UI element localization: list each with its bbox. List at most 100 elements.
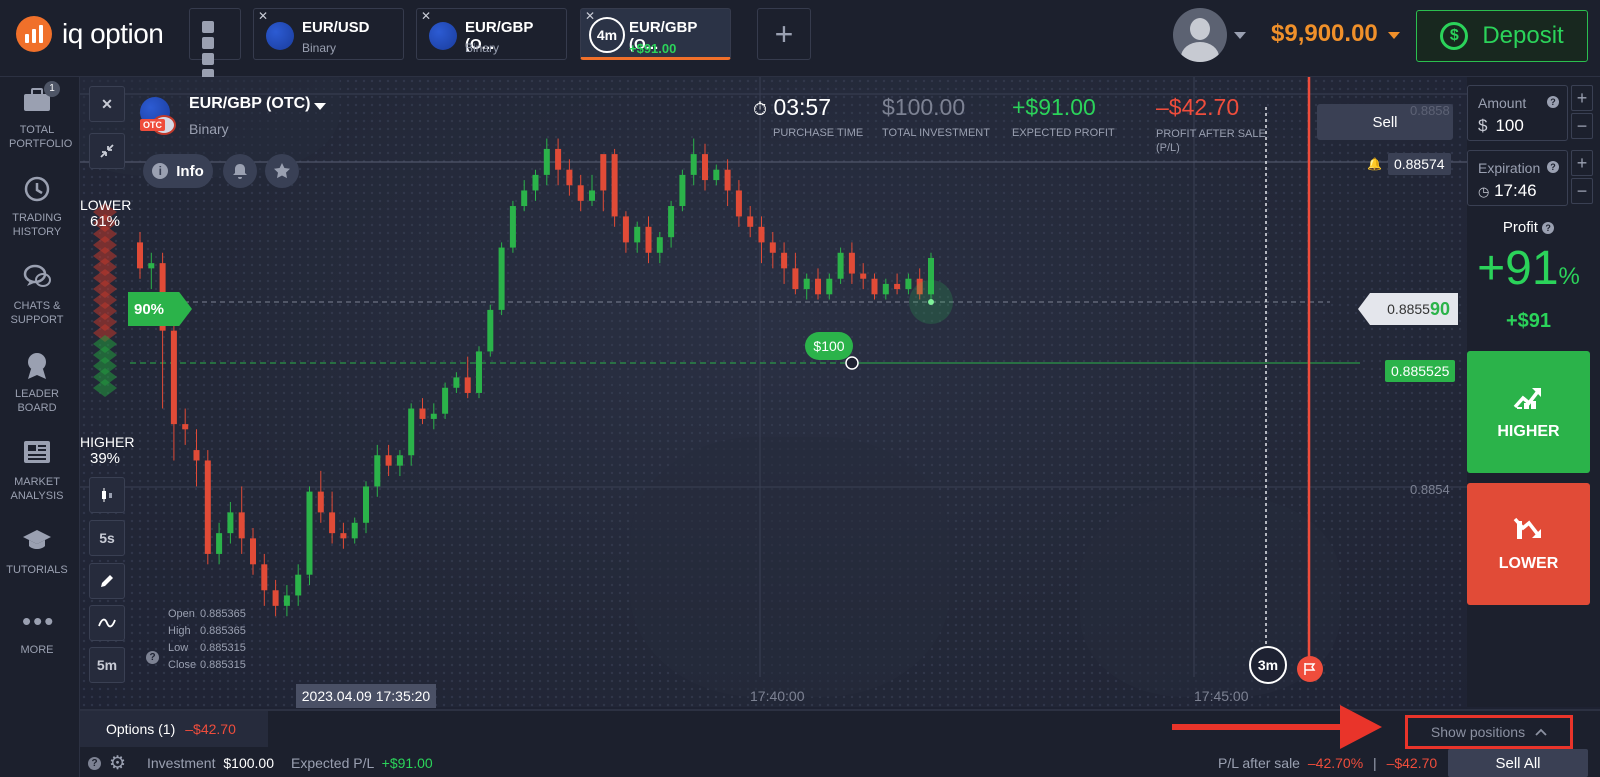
candle-body <box>227 512 234 534</box>
sidebar-item-more[interactable]: ••• MORE <box>0 607 74 657</box>
price-alert-value: 0.88574 <box>1387 153 1451 175</box>
help-icon[interactable]: ? <box>1547 96 1559 108</box>
candle-body <box>283 595 290 606</box>
help-icon[interactable]: ? <box>1547 161 1559 173</box>
sell-all-button[interactable]: Sell All <box>1448 749 1588 777</box>
candle-body <box>600 154 607 191</box>
purchase-time-label: PURCHASE TIME <box>773 127 864 139</box>
amount-increase-button[interactable]: + <box>1571 85 1593 111</box>
avatar[interactable] <box>1173 8 1227 62</box>
amount-value[interactable]: 100 <box>1495 116 1523 135</box>
candle-body <box>442 387 449 414</box>
options-pl: –$42.70 <box>185 721 236 737</box>
deposit-label: Deposit <box>1482 22 1564 49</box>
close-tab-icon[interactable]: ✕ <box>258 9 268 23</box>
timeframe-5s-button[interactable]: 5s <box>89 520 125 556</box>
candle-body <box>781 252 788 269</box>
higher-button[interactable]: HIGHER <box>1467 351 1590 473</box>
medal-icon <box>22 351 52 379</box>
tab-eur-usd[interactable]: ✕ EUR/USD Binary <box>253 8 404 60</box>
profit-pct-sign: % <box>1558 263 1580 290</box>
candle-body <box>170 330 177 425</box>
candle-body <box>566 169 573 186</box>
amount-decrease-button[interactable]: − <box>1571 113 1593 139</box>
help-icon[interactable]: ? <box>146 651 159 664</box>
expiration-field[interactable]: Expiration ? ◷ 17:46 <box>1467 150 1568 206</box>
candle-body <box>882 283 889 295</box>
deposit-button[interactable]: $ Deposit <box>1416 10 1588 62</box>
collapse-icon[interactable] <box>89 133 125 169</box>
sidebar-item-tutorials[interactable]: TUTORIALS <box>0 527 74 577</box>
candle-body <box>464 377 471 393</box>
amount-label: Amount <box>1478 95 1527 111</box>
info-button[interactable]: i Info <box>143 154 213 188</box>
asset-name[interactable]: EUR/GBP (OTC) <box>189 95 310 113</box>
ohlc-low: 0.885315 <box>200 642 246 654</box>
sidebar-item-trading-history[interactable]: TRADING HISTORY <box>0 175 74 239</box>
profit-after-sale-value: –$42.70 <box>1156 94 1240 120</box>
candle-body <box>306 491 313 575</box>
balance[interactable]: $9,900.00 <box>1271 20 1378 48</box>
asset-grid-button[interactable] <box>189 8 241 81</box>
price-dot <box>928 299 934 305</box>
candle-body <box>453 377 460 388</box>
trend-up-icon <box>1513 388 1541 409</box>
asset-chevron-down-icon[interactable] <box>314 103 326 110</box>
star-icon[interactable] <box>265 154 299 188</box>
candle-body <box>351 522 358 539</box>
show-positions-button[interactable]: Show positions <box>1405 715 1573 749</box>
candle-body <box>374 455 381 487</box>
higher-label: HIGHER <box>80 434 135 450</box>
pl-after-sale-summary: P/L after sale –42.70% | –$42.70 <box>1218 755 1437 771</box>
payout-tag: 90% <box>128 292 192 326</box>
pencil-icon[interactable] <box>89 563 125 599</box>
sidebar-item-chats-support[interactable]: CHATS & SUPPORT <box>0 263 74 327</box>
options-tab[interactable]: Options (1) –$42.70 <box>80 711 268 747</box>
ohlc-label: High <box>168 625 191 637</box>
sidebar-item-label: CHATS & SUPPORT <box>10 300 64 326</box>
help-icon[interactable]: ? <box>88 757 101 770</box>
amount-field[interactable]: Amount ? $100 <box>1467 85 1568 141</box>
sidebar-item-leader-board[interactable]: LEADER BOARD <box>0 351 74 415</box>
add-tab-button[interactable]: + <box>757 8 811 60</box>
profit-amount: +$91 <box>1505 310 1552 332</box>
tab-eur-gbp-otc-1[interactable]: ✕ EUR/GBP (O... Binary <box>416 8 567 60</box>
profit-after-sale-label: PROFIT AFTER SALE (P/L) <box>1156 128 1266 154</box>
expiration-increase-button[interactable]: + <box>1571 150 1593 176</box>
candle-body <box>148 263 155 269</box>
close-chart-button[interactable]: ✕ <box>89 86 125 122</box>
history-clock-icon <box>22 175 52 203</box>
amount-currency: $ <box>1478 116 1488 135</box>
candle-body <box>430 413 437 419</box>
balance-chevron-down-icon[interactable] <box>1388 32 1400 39</box>
graduation-cap-icon <box>22 527 52 555</box>
profit-heading: Profit ? <box>1467 219 1590 236</box>
sidebar-item-market-analysis[interactable]: MARKET ANALYSIS <box>0 439 74 503</box>
expected-profit-stat: +$91.00 EXPECTED PROFIT <box>1012 94 1115 139</box>
close-tab-icon[interactable]: ✕ <box>421 9 431 23</box>
dollar-refresh-icon: $ <box>1440 22 1469 50</box>
candle-type-icon[interactable] <box>89 477 125 513</box>
price-alert-tag[interactable]: 🔔 0.88574 <box>1367 153 1457 175</box>
expiration-decrease-button[interactable]: − <box>1571 178 1593 204</box>
timeframe-5m-button[interactable]: 5m <box>89 647 125 683</box>
options-label: Options <box>106 721 155 737</box>
lower-label: LOWER <box>80 197 132 213</box>
sidebar-item-total-portfolio[interactable]: 1 TOTAL PORTFOLIO <box>0 81 74 151</box>
close-tab-icon[interactable]: ✕ <box>585 9 595 23</box>
candle-body <box>521 190 528 207</box>
position-bubble-label: $100 <box>813 338 844 354</box>
candle-body <box>363 486 369 523</box>
bell-icon[interactable] <box>223 154 257 188</box>
options-count: (1) <box>158 721 176 737</box>
chevron-down-icon[interactable] <box>1234 32 1246 39</box>
eu-us-flag-icon <box>266 22 294 50</box>
gear-icon[interactable]: ⚙ <box>109 752 126 775</box>
logo[interactable]: iq option <box>16 16 164 52</box>
indicators-wave-icon[interactable] <box>89 605 125 641</box>
chevron-up-icon <box>1535 728 1547 736</box>
pl-after-sale-label: P/L after sale <box>1218 755 1300 771</box>
tab-eur-gbp-otc-active[interactable]: ✕ 4m EUR/GBP (O... +$91.00 <box>580 8 731 60</box>
help-icon[interactable]: ? <box>1542 222 1555 234</box>
lower-button[interactable]: LOWER <box>1467 483 1590 605</box>
